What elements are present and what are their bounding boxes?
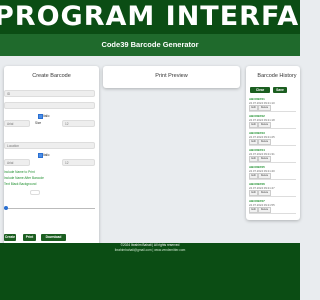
bottom-band	[0, 257, 300, 300]
create-button[interactable]: Create	[4, 234, 16, 241]
size-slider-handle[interactable]	[4, 206, 8, 210]
font-select-1[interactable]: Arial	[4, 120, 30, 127]
barcode-text-input[interactable]	[4, 102, 95, 109]
size-slider-track[interactable]	[4, 208, 95, 209]
italic-label-1: Italic	[43, 114, 50, 118]
history-edit-button[interactable]: Edit	[249, 173, 258, 179]
history-item: ABCDEF06 24.07.2024 09:21:47 Edit Delete	[249, 182, 296, 197]
create-barcode-panel: Create Barcode ID Italic Arial Size 12 L…	[4, 66, 99, 248]
save-history-button[interactable]: Save	[273, 87, 287, 93]
history-delete-button[interactable]: Delete	[258, 105, 271, 111]
history-edit-button[interactable]: Edit	[249, 139, 258, 145]
barcode-history-panel: Barcode History Clear History Save ABCDE…	[246, 66, 300, 220]
history-delete-button[interactable]: Delete	[258, 139, 271, 145]
download-button[interactable]: Download	[41, 234, 66, 241]
history-item: ABCDEF05 24.07.2024 09:21:40 Edit Delete	[249, 165, 296, 180]
print-preview-panel: Print Preview	[103, 66, 240, 88]
history-delete-button[interactable]: Delete	[258, 173, 271, 179]
preview-panel-title: Print Preview	[155, 73, 188, 79]
history-edit-button[interactable]: Edit	[249, 190, 258, 196]
history-edit-button[interactable]: Edit	[249, 105, 258, 111]
clear-history-button[interactable]: Clear History	[250, 87, 270, 98]
history-delete-button[interactable]: Delete	[258, 122, 271, 128]
banner-title: PROGRAM INTERFACE	[0, 1, 300, 32]
color-swatch[interactable]	[30, 190, 40, 195]
option-name-after[interactable]: Include Name After Barcode	[4, 176, 44, 180]
history-delete-button[interactable]: Delete	[258, 156, 271, 162]
history-item: ABCDEF04 24.07.2024 09:21:31 Edit Delete	[249, 148, 296, 163]
history-item: ABCDEF03 24.07.2024 09:21:25 Edit Delete	[249, 131, 296, 146]
size-label-1: Size	[35, 121, 42, 125]
footer-contact[interactable]: ibrahimbahati@gmail.com | www.vendemitte…	[0, 248, 300, 253]
location-input[interactable]: Location	[4, 142, 95, 149]
promo-banner: PROGRAM INTERFACE	[0, 0, 300, 34]
history-item: ABCDEF01 24.07.2024 09:21:10 Edit Delete	[249, 97, 296, 112]
history-panel-title: Barcode History	[257, 73, 297, 79]
history-delete-button[interactable]: Delete	[258, 190, 271, 196]
option-name-print[interactable]: Include Name to Print	[4, 170, 35, 174]
history-edit-button[interactable]: Edit	[249, 207, 258, 213]
history-item: ABCDEF02 24.07.2024 09:21:18 Edit Delete	[249, 114, 296, 129]
print-button[interactable]: Print	[23, 234, 36, 241]
app-header: Code39 Barcode Generator	[0, 34, 300, 56]
footer: ©2024 Ibrahim Bahati | All rights reserv…	[0, 243, 300, 257]
history-item: ABCDEF07 24.07.2024 09:21:55 Edit Delete	[249, 199, 296, 214]
option-text-color[interactable]: Text Black Background	[4, 182, 36, 186]
italic-label-2: Italic	[43, 153, 50, 157]
history-edit-button[interactable]: Edit	[249, 156, 258, 162]
barcode-id-input[interactable]: ID	[4, 90, 95, 97]
history-delete-button[interactable]: Delete	[258, 207, 271, 213]
font-select-2[interactable]: Arial	[4, 159, 30, 166]
size-select-2[interactable]: 12	[62, 159, 95, 166]
create-panel-title: Create Barcode	[32, 73, 71, 79]
size-select-1[interactable]: 12	[62, 120, 95, 127]
history-edit-button[interactable]: Edit	[249, 122, 258, 128]
